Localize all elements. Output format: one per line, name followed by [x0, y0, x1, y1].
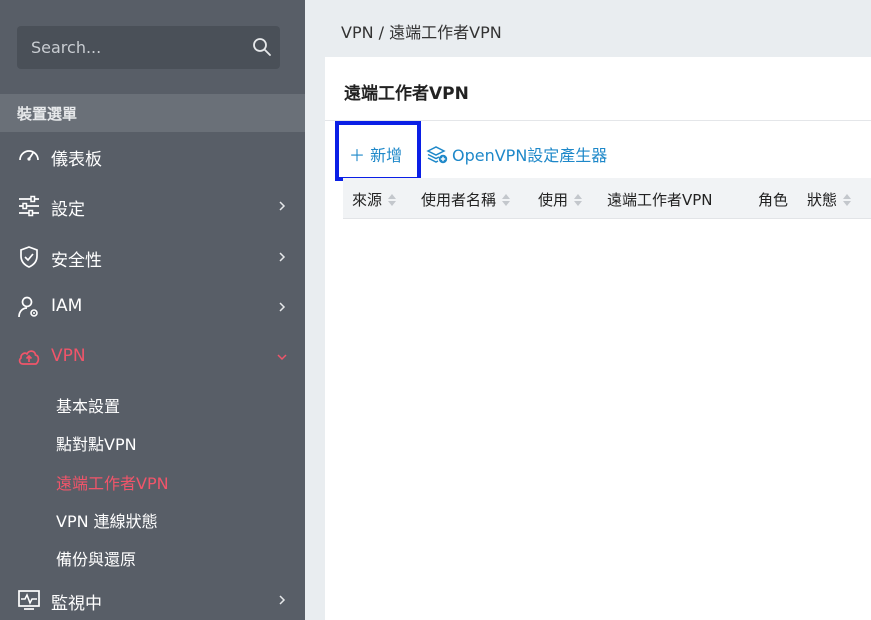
chevron-down-icon	[277, 354, 287, 361]
sort-icon[interactable]	[388, 193, 397, 206]
search-box[interactable]: Search...	[17, 26, 280, 69]
dashboard-icon	[19, 150, 39, 161]
column-header-usage[interactable]: 使用	[538, 189, 583, 210]
column-header-label: 使用者名稱	[421, 191, 497, 209]
sidebar-subitem-basic-settings[interactable]: 基本設置	[56, 393, 120, 417]
sidebar-item-security[interactable]: 安全性	[0, 237, 305, 277]
column-header-status[interactable]: 狀態	[807, 189, 852, 210]
column-header-label: 遠端工作者VPN	[607, 191, 713, 209]
column-header-source[interactable]: 來源	[352, 189, 397, 210]
table-header: 來源 使用者名稱 使用 遠端工作者VPN 角色 狀態	[343, 178, 871, 219]
sidebar-item-settings[interactable]: 設定	[0, 186, 305, 226]
sidebar-item-dashboard[interactable]: 儀表板	[0, 136, 305, 176]
column-header-label: 使用	[538, 191, 569, 209]
sidebar-subitem-backup-restore[interactable]: 備份與還原	[56, 546, 136, 570]
sidebar-item-label: 監視中	[51, 594, 102, 614]
sidebar-item-label: 安全性	[51, 251, 102, 271]
column-header-label: 狀態	[807, 191, 838, 209]
sidebar-item-vpn[interactable]: VPN	[0, 337, 305, 377]
chevron-right-icon	[279, 595, 286, 605]
cloud-upload-icon	[18, 350, 40, 365]
monitor-pulse-icon	[18, 590, 40, 610]
sliders-icon	[19, 195, 39, 217]
layers-add-icon	[426, 146, 448, 164]
menu-header-label: 裝置選單	[17, 105, 78, 123]
column-header-username[interactable]: 使用者名稱	[421, 189, 511, 210]
openvpn-config-generator-label: OpenVPN設定產生器	[452, 146, 608, 165]
sort-icon[interactable]	[843, 193, 852, 206]
sidebar-item-iam[interactable]: IAM	[0, 287, 305, 327]
sort-icon[interactable]	[574, 193, 583, 206]
search-icon[interactable]	[252, 37, 272, 57]
sort-icon[interactable]	[502, 193, 511, 206]
user-gear-icon	[18, 296, 38, 318]
sidebar-item-monitoring[interactable]: 監視中	[0, 580, 305, 620]
highlight-box	[335, 121, 421, 181]
sidebar-item-label: IAM	[51, 296, 83, 316]
sidebar-item-label: 儀表板	[51, 150, 102, 170]
sidebar: Search... 裝置選單 儀表板 設定 安全性 IAM VPN 基本設置 點…	[0, 0, 305, 620]
chevron-right-icon	[279, 252, 286, 262]
sidebar-subitem-remote-worker-vpn[interactable]: 遠端工作者VPN	[56, 470, 169, 494]
sidebar-subitem-site-to-site-vpn[interactable]: 點對點VPN	[56, 431, 137, 455]
search-input[interactable]: Search...	[31, 38, 101, 57]
breadcrumb: VPN / 遠端工作者VPN	[341, 23, 502, 42]
column-header-role[interactable]: 角色	[758, 189, 788, 210]
column-header-label: 來源	[352, 191, 383, 209]
column-header-remote-worker-vpn[interactable]: 遠端工作者VPN	[607, 189, 713, 210]
menu-header: 裝置選單	[0, 94, 305, 132]
shield-check-icon	[20, 246, 38, 268]
sidebar-subitem-vpn-connection-status[interactable]: VPN 連線狀態	[56, 508, 158, 532]
sidebar-item-label: VPN	[51, 346, 86, 366]
column-header-label: 角色	[758, 191, 789, 209]
openvpn-config-generator-button[interactable]: OpenVPN設定產生器	[426, 142, 607, 166]
page-title: 遠端工作者VPN	[344, 84, 469, 104]
chevron-right-icon	[279, 201, 286, 211]
sidebar-item-label: 設定	[51, 200, 85, 220]
chevron-right-icon	[279, 302, 286, 312]
